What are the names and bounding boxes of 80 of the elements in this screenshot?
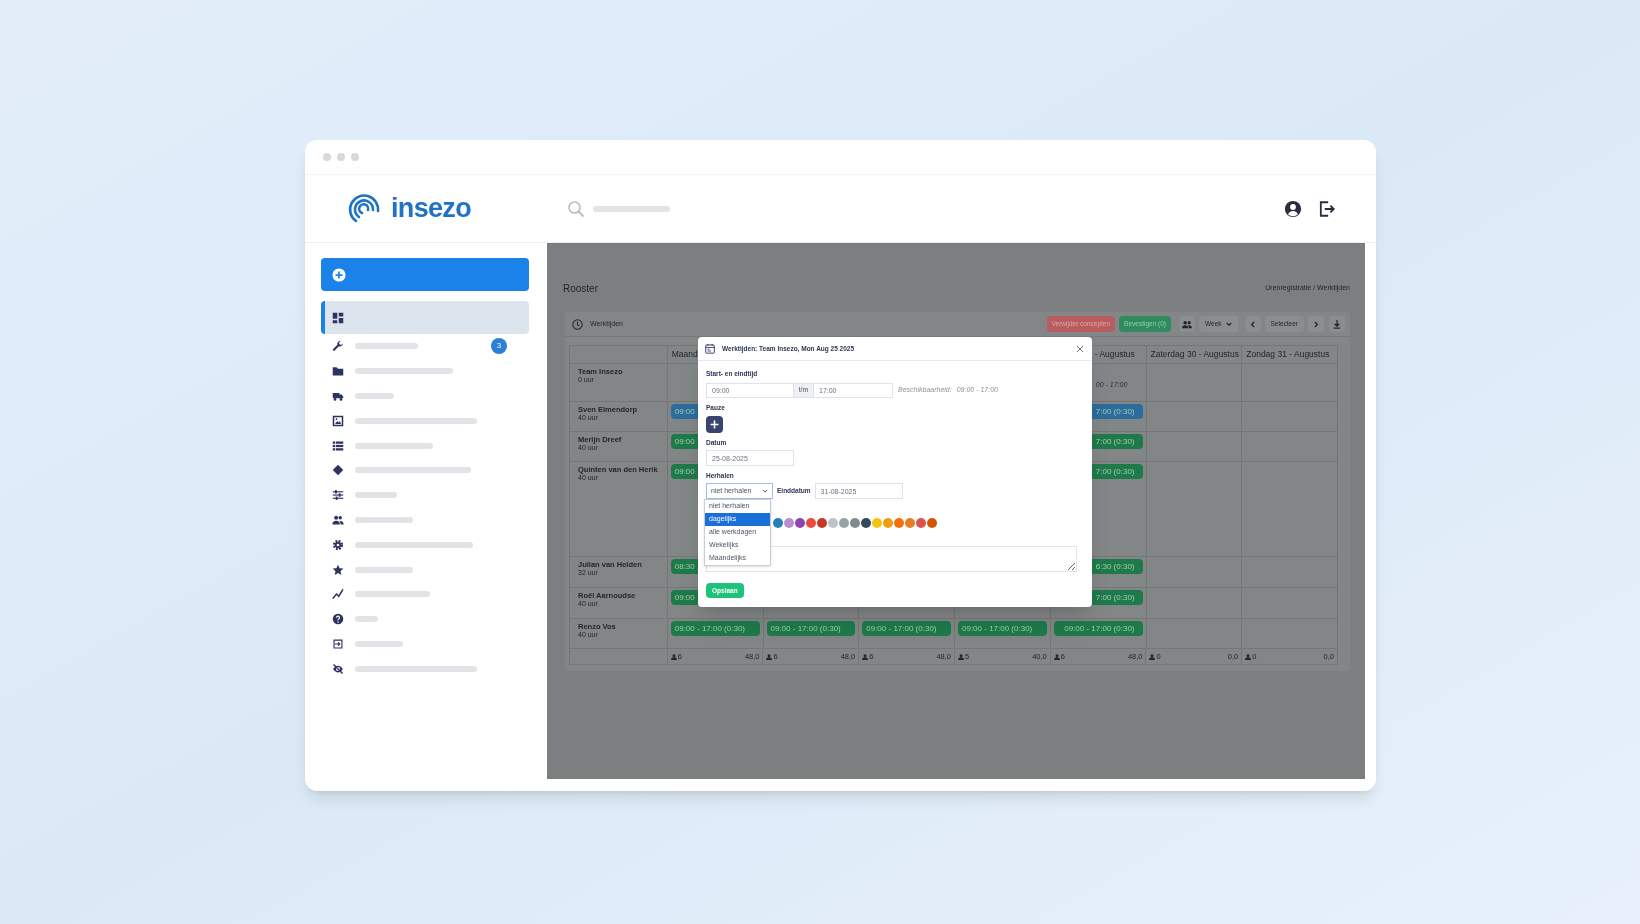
person-icon: [1053, 653, 1060, 660]
person-icon: [1149, 653, 1156, 660]
color-swatch[interactable]: [817, 518, 827, 528]
list-icon: [332, 439, 344, 452]
color-swatch[interactable]: [894, 518, 904, 528]
close-button[interactable]: [1075, 343, 1085, 354]
color-swatch[interactable]: [850, 518, 860, 528]
nav-item[interactable]: [321, 301, 529, 334]
shift-block[interactable]: 09:00 - 17:00 (0:30): [862, 621, 951, 636]
count-badge: 3: [491, 338, 507, 355]
download-icon: [1333, 319, 1341, 329]
column-header: Zondag 31 - Augustus: [1246, 348, 1330, 361]
new-button[interactable]: [321, 258, 529, 291]
people-icon: [1182, 319, 1193, 329]
calendar-icon: [705, 343, 715, 354]
color-swatch[interactable]: [773, 518, 783, 528]
color-swatch[interactable]: [916, 518, 926, 528]
previous-button[interactable]: [1244, 316, 1261, 332]
person-icon: [862, 653, 869, 660]
color-swatch[interactable]: [806, 518, 816, 528]
color-swatch[interactable]: [861, 518, 871, 528]
chevron-down-icon: [762, 489, 768, 493]
dashboard-icon: [332, 311, 344, 324]
diamond-icon: [332, 464, 344, 477]
color-swatch[interactable]: [872, 518, 882, 528]
chevron-down-icon: [1225, 321, 1232, 327]
color-swatch[interactable]: [839, 518, 849, 528]
page-title: Rooster: [563, 281, 598, 296]
placeholder-bar: [355, 516, 413, 523]
color-swatch[interactable]: [927, 518, 937, 528]
plus-icon: [710, 420, 719, 429]
color-swatch[interactable]: [784, 518, 794, 528]
person-icon: [670, 653, 677, 660]
color-swatch[interactable]: [828, 518, 838, 528]
chevron-left-icon: [1250, 320, 1256, 328]
column-header: Maand: [671, 348, 698, 361]
clock-icon: [572, 318, 583, 330]
shift-block[interactable]: 09:00 - 17:00 (0:30): [670, 621, 760, 636]
help-icon: [332, 613, 344, 626]
plus-circle-icon: [332, 267, 346, 282]
sign-in-icon: [332, 637, 344, 650]
person-icon: [958, 653, 964, 660]
placeholder-bar: [355, 393, 394, 399]
download-button[interactable]: [1329, 316, 1345, 332]
wrench-icon: [332, 340, 344, 353]
truck-icon: [332, 390, 344, 402]
person-icon: [1245, 653, 1252, 660]
shift-block[interactable]: 09:00 - 17:00 (0:30): [1053, 621, 1143, 636]
user-icon[interactable]: [1284, 199, 1302, 218]
eye-slash-icon: [332, 662, 344, 675]
chart-icon: [332, 588, 344, 601]
frame-icon: [332, 414, 344, 427]
column-header: - Augustus: [1094, 348, 1135, 361]
logo-icon: [347, 192, 381, 225]
column-header: Zaterdag 30 - Augustus: [1150, 348, 1239, 361]
star-icon: [332, 563, 344, 576]
shift-block[interactable]: 09:00 - 17:00 (0:30): [958, 621, 1047, 636]
logout-icon[interactable]: [1318, 199, 1336, 218]
sliders-icon: [332, 489, 344, 502]
color-swatch[interactable]: [795, 518, 805, 528]
add-pause-button[interactable]: [706, 416, 723, 433]
folder-icon: [332, 365, 344, 378]
people-icon: [332, 513, 344, 526]
close-icon: [1076, 344, 1084, 353]
color-swatch[interactable]: [905, 518, 915, 528]
team-button[interactable]: [1179, 316, 1196, 332]
placeholder-bar: [355, 492, 397, 499]
search-icon[interactable]: [567, 199, 585, 218]
placeholder-bar: [355, 343, 418, 350]
nav-item[interactable]: 3: [321, 334, 529, 359]
shift-block[interactable]: 09:00 - 17:00 (0:30): [766, 621, 856, 636]
color-swatch[interactable]: [883, 518, 893, 528]
next-button[interactable]: [1308, 316, 1324, 332]
logo-text: insezo: [391, 195, 471, 222]
person-icon: [766, 653, 773, 660]
gear-icon: [332, 538, 344, 551]
placeholder-bar: [355, 616, 378, 623]
chevron-right-icon: [1313, 320, 1319, 328]
placeholder-bar: [355, 566, 413, 573]
placeholder-bar: [355, 640, 403, 647]
